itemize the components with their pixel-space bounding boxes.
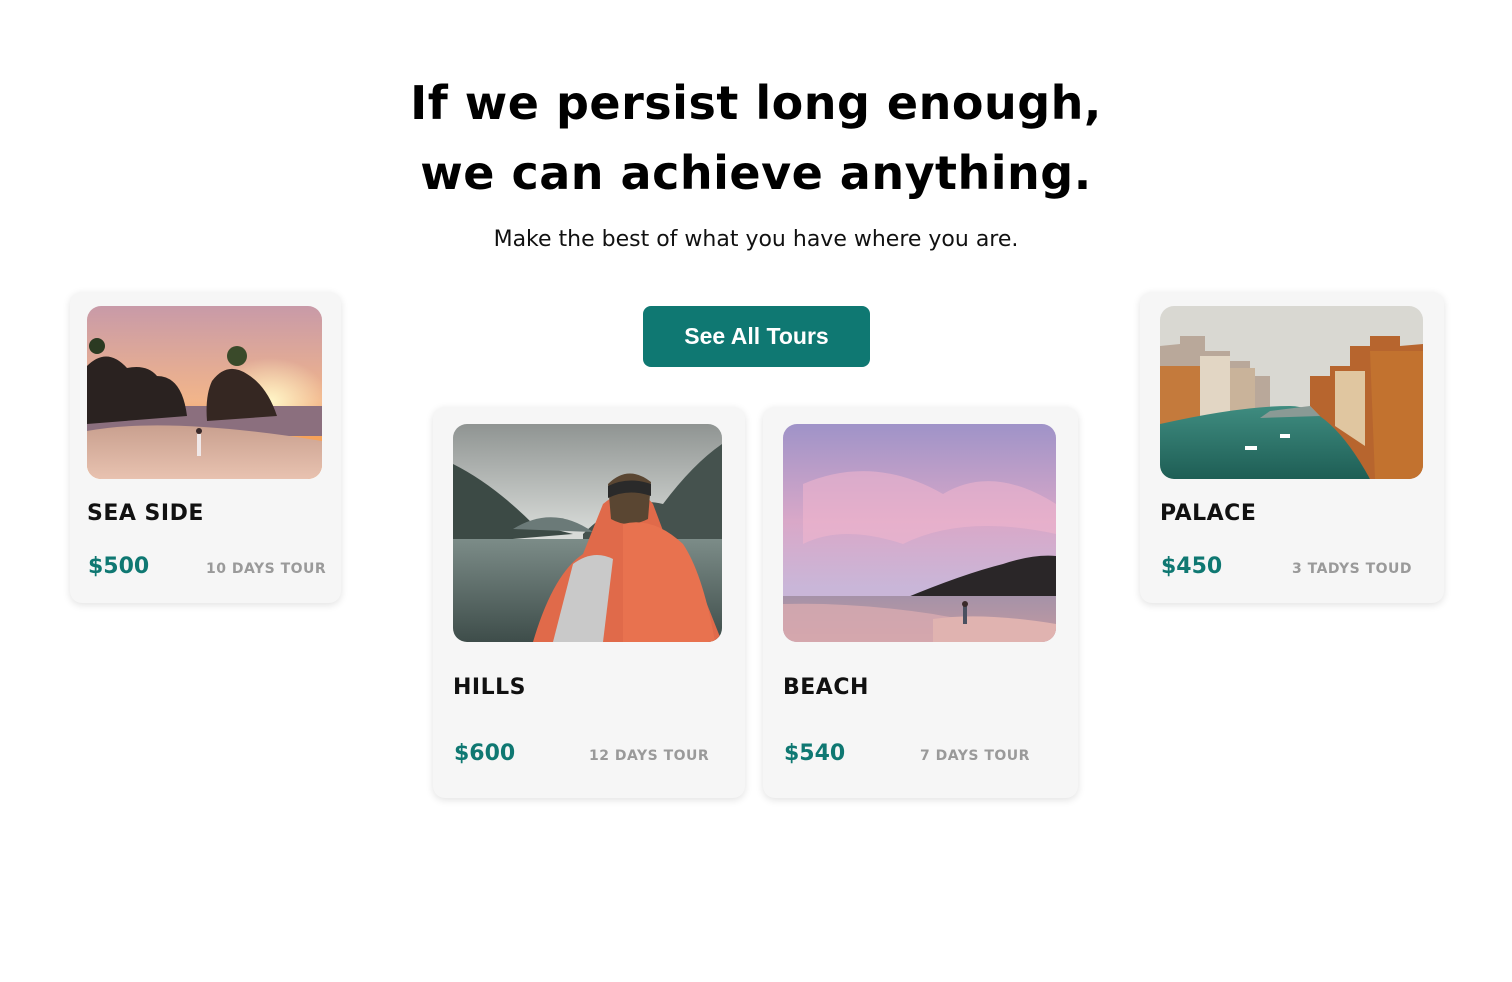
tour-title: PALACE bbox=[1160, 501, 1257, 526]
headline-line-2: we can achieve anything. bbox=[420, 146, 1092, 200]
tour-title: HILLS bbox=[453, 675, 526, 700]
tour-duration: 3 TADYS TOUD bbox=[1292, 561, 1413, 577]
tour-duration: 12 DAYS TOUR bbox=[589, 748, 710, 764]
tour-photo-hills bbox=[453, 424, 722, 642]
tour-price: $540 bbox=[784, 741, 846, 766]
tour-photo-palace bbox=[1160, 306, 1423, 479]
see-all-tours-button[interactable]: See All Tours bbox=[643, 306, 870, 367]
tour-card-beach[interactable]: BEACH $540 7 DAYS TOUR bbox=[763, 407, 1078, 798]
tour-card-sea-side[interactable]: SEA SIDE $500 10 DAYS TOUR bbox=[70, 292, 341, 603]
tour-photo-beach bbox=[783, 424, 1056, 642]
tour-card-palace[interactable]: PALACE $450 3 TADYS TOUD bbox=[1140, 292, 1444, 603]
tour-price: $500 bbox=[88, 554, 150, 579]
hero-subtitle: Make the best of what you have where you… bbox=[493, 227, 1019, 252]
tour-price: $600 bbox=[454, 741, 516, 766]
tour-title: SEA SIDE bbox=[87, 501, 204, 526]
tour-card-hills[interactable]: HILLS $600 12 DAYS TOUR bbox=[433, 407, 745, 798]
tour-price: $450 bbox=[1161, 554, 1223, 579]
tour-duration: 7 DAYS TOUR bbox=[920, 748, 1030, 764]
headline-line-1: If we persist long enough, bbox=[410, 76, 1102, 130]
tour-title: BEACH bbox=[783, 675, 869, 700]
tour-photo-sea-side bbox=[87, 306, 322, 479]
tour-duration: 10 DAYS TOUR bbox=[206, 561, 327, 577]
